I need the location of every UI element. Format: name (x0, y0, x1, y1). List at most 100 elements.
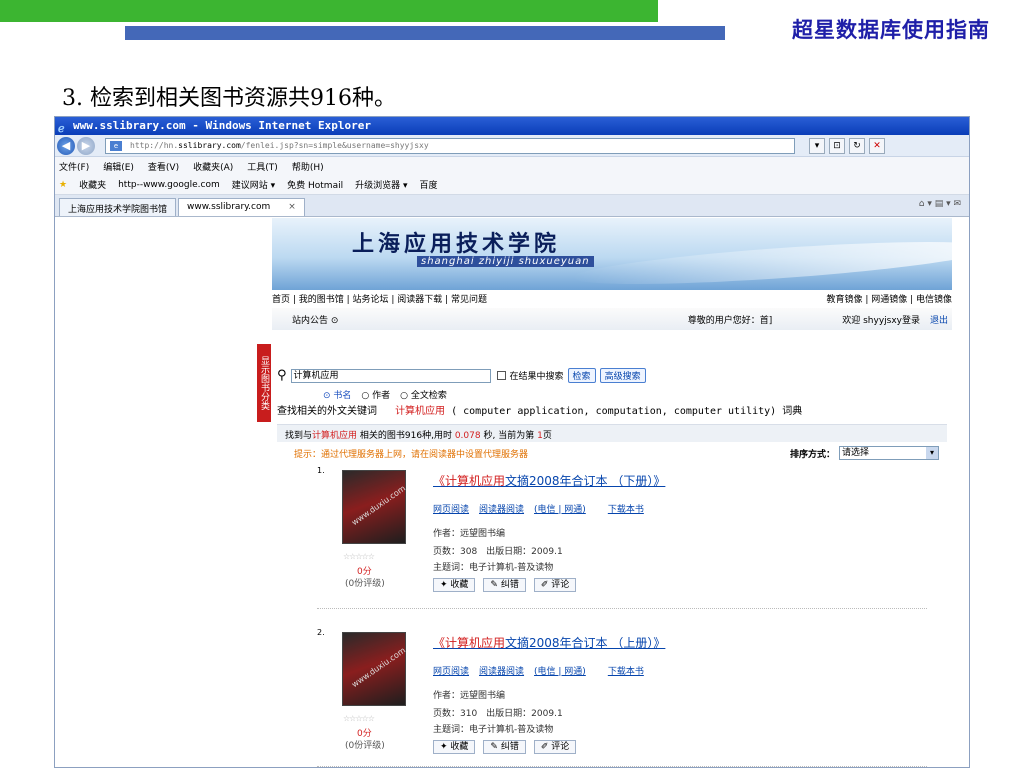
menu-edit[interactable]: 编辑(E) (103, 160, 134, 173)
result-divider (317, 766, 927, 767)
decor-bar-blue (125, 26, 725, 40)
menu-view[interactable]: 查看(V) (148, 160, 179, 173)
stop-icon[interactable]: ✕ (869, 137, 885, 154)
related-label: 查找相关的外文关键词 (277, 406, 377, 417)
left-frame (55, 218, 268, 767)
comment-label: 评论 (551, 580, 570, 590)
tip-row: 提示：通过代理服务器上网，请在阅读器中设置代理服务器 排序方式： 请选择 ▾ (294, 446, 939, 460)
result-suffix: 页 (542, 431, 552, 441)
comment-button[interactable]: ✐ 评论 (533, 740, 577, 754)
window-titlebar: ℯ www.sslibrary.com - Windows Internet E… (55, 117, 969, 135)
advanced-search-button[interactable]: 高级搜索 (599, 368, 646, 383)
notice-label[interactable]: 站内公告 ⊙ (292, 313, 338, 326)
book-cover[interactable]: www.duxiu.com (342, 470, 408, 544)
decor-bar-green (0, 0, 658, 22)
book-author: 作者：远望图书编 (433, 691, 506, 701)
book-title-kw: 《计算机应用 (433, 636, 506, 650)
menu-file[interactable]: 文件(F) (59, 160, 89, 173)
sort-value: 请选择 (842, 448, 870, 458)
correct-button[interactable]: ✎ 纠错 (483, 740, 526, 754)
site-banner: 上海应用技术学院 shanghai zhiyiji shuxueyuan (272, 218, 952, 290)
menu-tools[interactable]: 工具(T) (247, 160, 278, 173)
tab-bar: 上海应用技术学院图书馆 www.sslibrary.com × ⌂ ▾ ▤ ▾ ✉ (55, 195, 969, 217)
fav-baidu[interactable]: 百度 (419, 178, 437, 191)
proxy-tip[interactable]: 提示：通过代理服务器上网，请在阅读器中设置代理服务器 (294, 447, 528, 460)
address-bar: ◀ ▶ e http://hn.sslibrary.com/fenlei.jsp… (55, 135, 969, 157)
menu-help[interactable]: 帮助(H) (292, 160, 324, 173)
result-divider (317, 608, 927, 609)
forward-icon[interactable]: ▶ (77, 136, 95, 155)
result-mid: 相关的图书916种,用时 (359, 431, 452, 441)
mirror-links[interactable]: (电信 | 网通) (534, 502, 586, 515)
rating-count: (0份评级) (345, 579, 385, 589)
search-button[interactable]: 检索 (567, 368, 596, 383)
book-title[interactable]: 《计算机应用文摘2008年合订本 （下册）》 (433, 472, 665, 489)
tab-library[interactable]: 上海应用技术学院图书馆 (59, 198, 177, 216)
fav-google[interactable]: http--www.google.com (118, 180, 220, 190)
fav-upgrade[interactable]: 升级浏览器 ▾ (355, 178, 407, 191)
web-read-link[interactable]: 网页阅读 (433, 664, 469, 677)
favorite-button[interactable]: ✦ 收藏 (433, 740, 476, 754)
book-author: 作者：远望图书编 (433, 529, 506, 539)
browser-window: ℯ www.sslibrary.com - Windows Internet E… (54, 116, 970, 768)
related-keyword[interactable]: 计算机应用 (395, 406, 445, 417)
download-link[interactable]: 下载本书 (608, 664, 644, 677)
refresh-icon[interactable]: ↻ (849, 137, 865, 154)
favorite-button[interactable]: ✦ 收藏 (433, 578, 476, 592)
favorites-star-icon[interactable]: ★ (59, 180, 67, 190)
correct-button[interactable]: ✎ 纠错 (483, 578, 526, 592)
url-prefix: http://hn. (130, 140, 179, 150)
cover-watermark: www.duxiu.com (350, 645, 408, 690)
back-icon[interactable]: ◀ (57, 136, 75, 155)
radio-fulltext[interactable]: ○ 全文检索 (400, 388, 447, 401)
related-terms: ( computer application, computation, com… (451, 406, 777, 417)
compat-icon[interactable]: ⊡ (829, 137, 845, 154)
comment-button[interactable]: ✐ 评论 (533, 578, 577, 592)
slide-title: 超星数据库使用指南 (792, 17, 990, 42)
site-pinyin: shanghai zhiyiji shuxueyuan (417, 256, 594, 267)
menu-favorites[interactable]: 收藏夹(A) (193, 160, 233, 173)
book-title-rest: 文摘2008年合订本 （下册）》 (505, 474, 666, 488)
result-prefix: 找到与 (285, 431, 313, 441)
tab-sslibrary[interactable]: www.sslibrary.com × (178, 198, 305, 216)
radio-author[interactable]: ○ 作者 (361, 388, 390, 401)
search-row: ⚲ 计算机应用 在结果中搜索 检索 高级搜索 (277, 368, 646, 383)
comment-label: 评论 (551, 742, 570, 752)
book-cover[interactable]: www.duxiu.com (342, 632, 408, 706)
rating-stars: ☆☆☆☆☆ (343, 552, 375, 561)
sort-select[interactable]: 请选择 ▾ (839, 446, 939, 460)
fav-suggested[interactable]: 建议网站 ▾ (232, 178, 275, 191)
dictionary-link[interactable]: 词典 (782, 406, 802, 417)
book-title-kw: 《计算机应用 (433, 474, 506, 488)
download-link[interactable]: 下载本书 (608, 502, 644, 515)
rating-count: (0份评级) (345, 741, 385, 751)
logout-link[interactable]: 退出 (930, 313, 948, 326)
url-field[interactable]: e http://hn.sslibrary.com/fenlei.jsp?sn=… (105, 137, 795, 154)
in-results-checkbox[interactable] (496, 371, 506, 380)
cover-watermark: www.duxiu.com (350, 483, 408, 528)
book-title-rest: 文摘2008年合订本 （上册）》 (505, 636, 666, 650)
user-greeting: 尊敬的用户您好：首] (687, 315, 773, 326)
category-side-tab[interactable]: 显示图书分类 (257, 344, 271, 422)
mirror-links[interactable]: (电信 | 网通) (534, 664, 586, 677)
fav-hotmail[interactable]: 免费 Hotmail (287, 178, 343, 191)
sort-label: 排序方式： (789, 449, 835, 460)
window-title: www.sslibrary.com - Windows Internet Exp… (73, 119, 372, 132)
favorites-bar: ★ 收藏夹 http--www.google.com 建议网站 ▾ 免费 Hot… (55, 175, 969, 195)
ie-icon: ℯ (58, 122, 65, 135)
command-bar-icons[interactable]: ⌂ ▾ ▤ ▾ ✉ (919, 199, 961, 209)
chevron-down-icon: ▾ (926, 447, 938, 459)
nav-right-links[interactable]: 教育镜像 | 网通镜像 | 电信镜像 (826, 292, 952, 306)
radio-title[interactable]: ⊙ 书名 (323, 388, 351, 401)
favorite-label: 收藏 (450, 580, 469, 590)
book-title[interactable]: 《计算机应用文摘2008年合订本 （上册）》 (433, 634, 665, 651)
read-links: 网页阅读 阅读器阅读 (电信 | 网通) 下载本书 (433, 502, 644, 515)
web-read-link[interactable]: 网页阅读 (433, 502, 469, 515)
reader-read-link[interactable]: 阅读器阅读 (479, 502, 524, 515)
reader-read-link[interactable]: 阅读器阅读 (479, 664, 524, 677)
dropdown-icon[interactable]: ▾ (809, 137, 825, 154)
search-input[interactable]: 计算机应用 (290, 368, 491, 383)
nav-left-links[interactable]: 首页 | 我的图书馆 | 站务论坛 | 阅读器下载 | 常见问题 (272, 292, 487, 306)
fav-favorites[interactable]: 收藏夹 (79, 178, 106, 191)
tab-close-icon[interactable]: × (288, 202, 296, 212)
